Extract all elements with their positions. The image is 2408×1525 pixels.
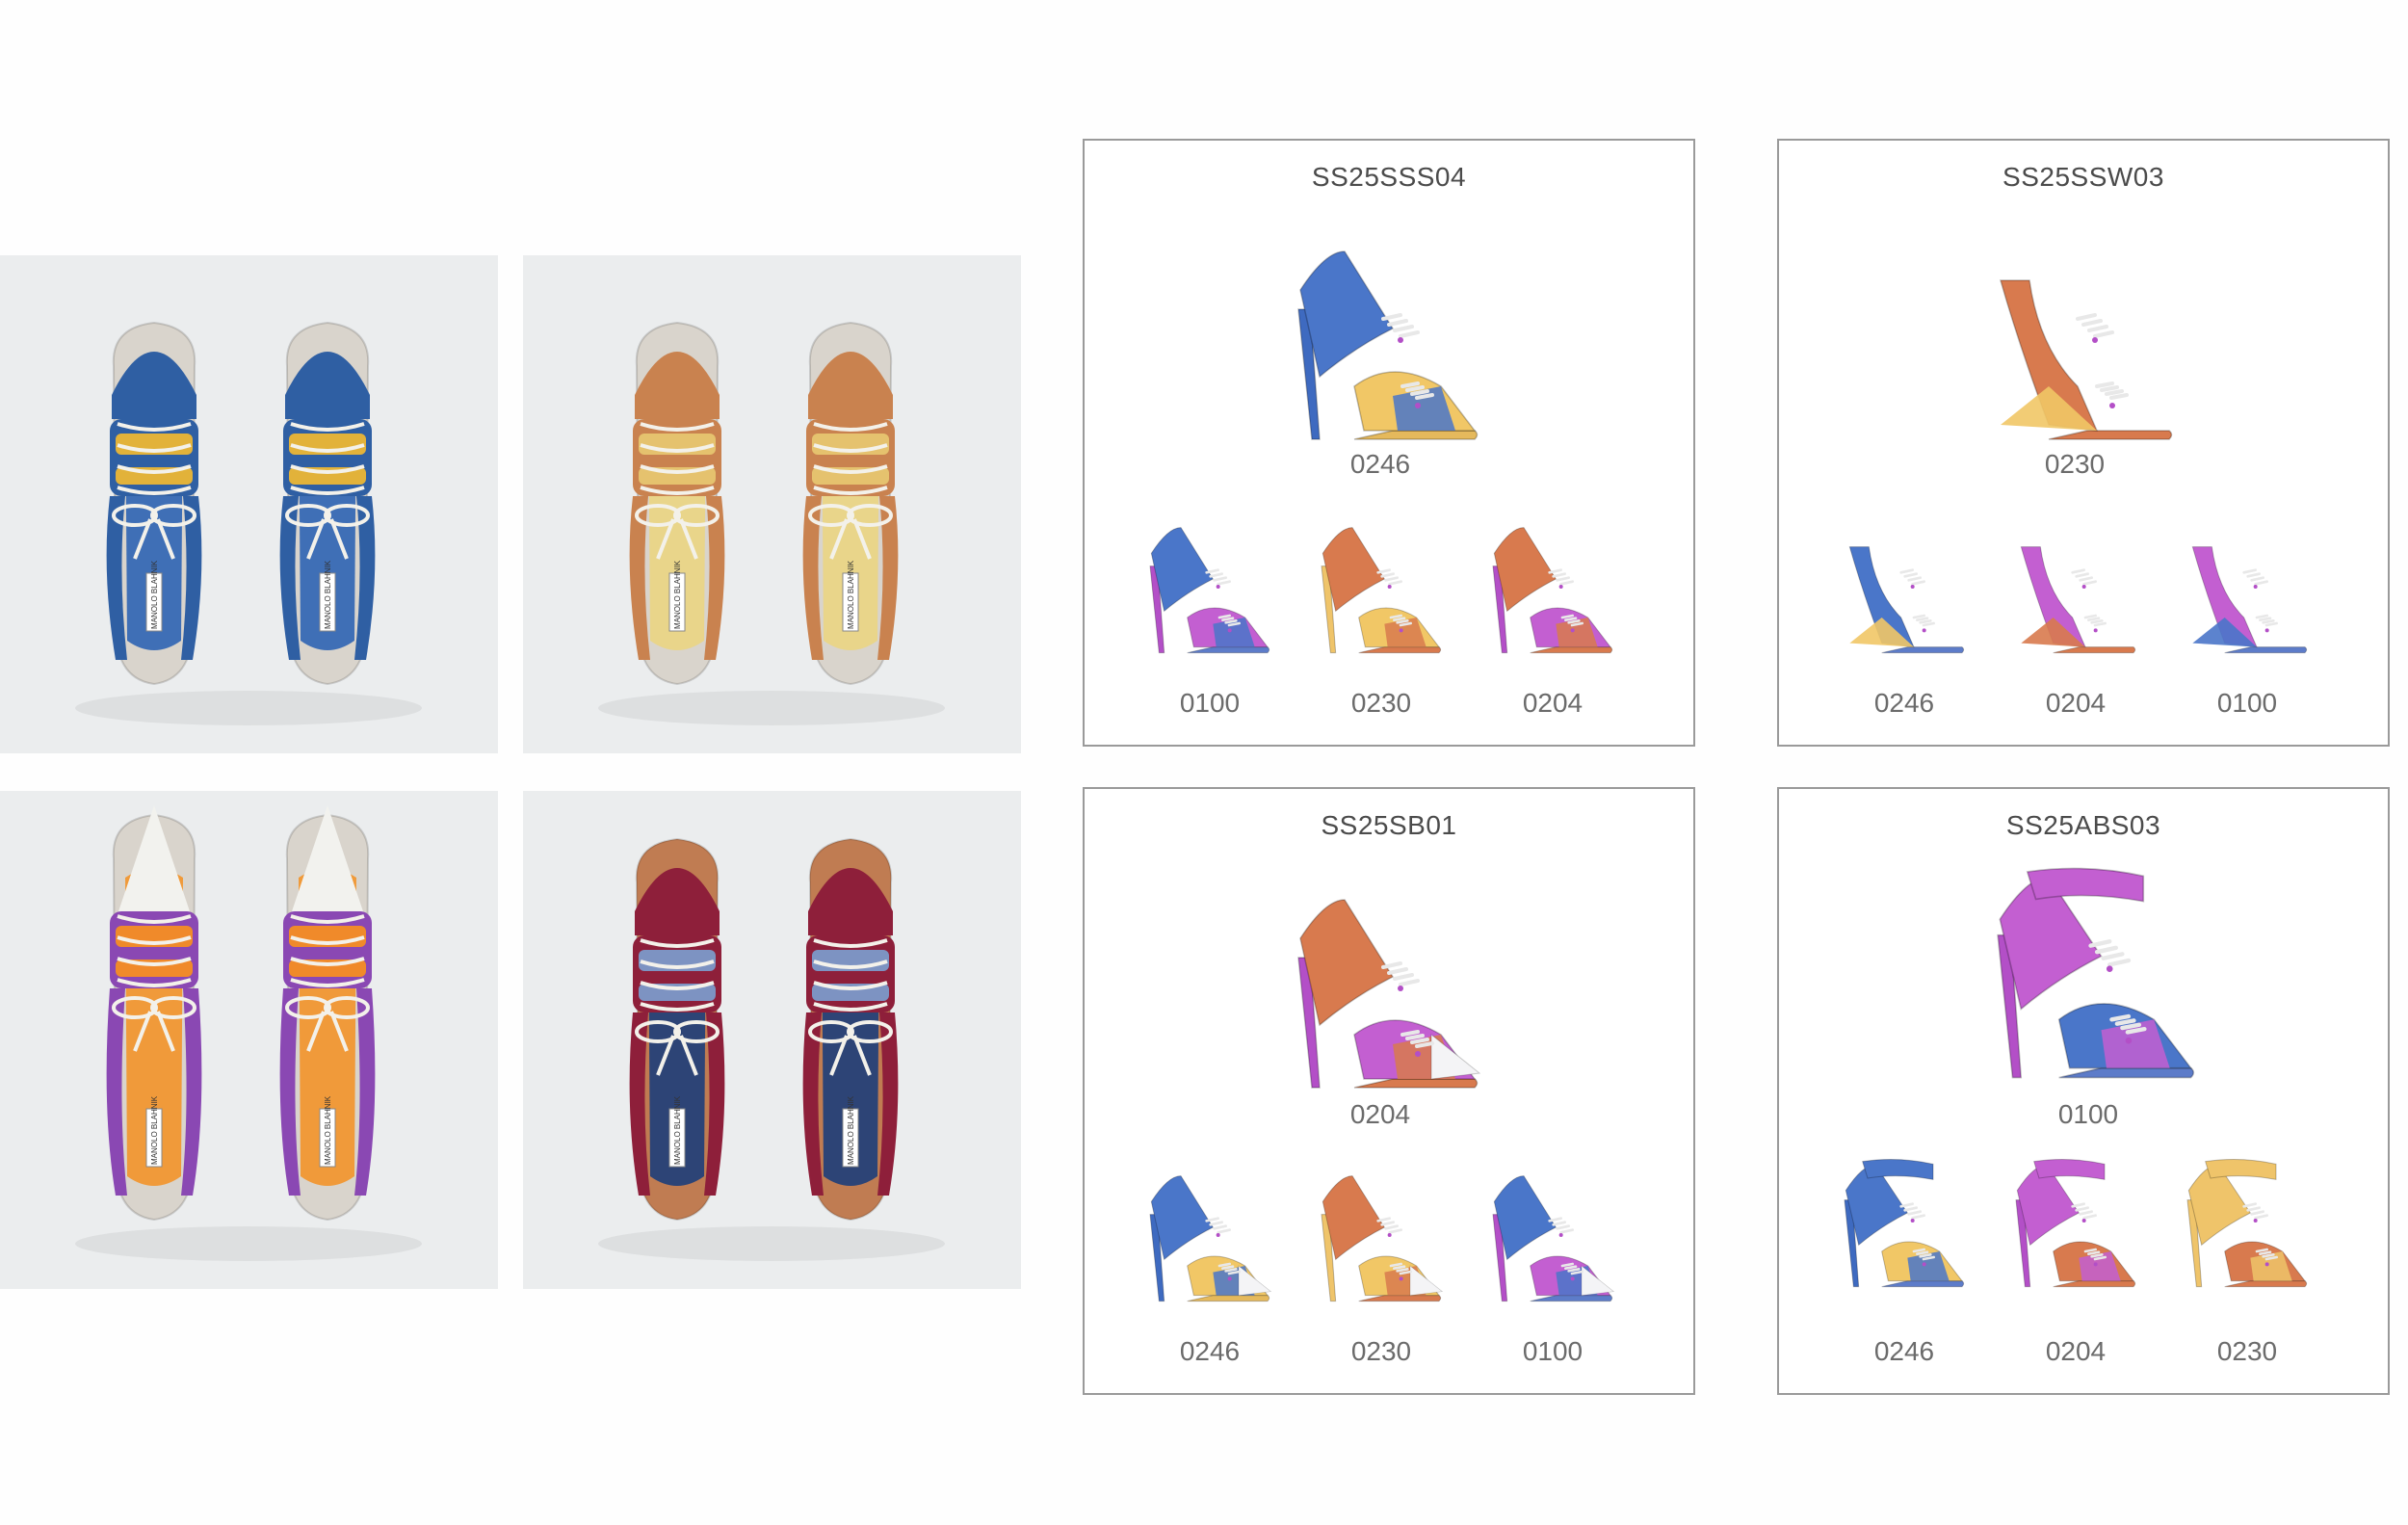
main-colorway-code: 0230 (2044, 449, 2106, 479)
main-shoe-sketch[interactable] (1985, 861, 2207, 1083)
variant-shoe-sketch[interactable] (2008, 1155, 2143, 1290)
panel-title: SS25ABS03 (2005, 810, 2161, 840)
main-colorway-code: 0246 (1349, 449, 1411, 479)
insole-label: MANOLO BLAHNIK (324, 1095, 332, 1165)
variant-shoe-sketch[interactable] (1485, 1170, 1620, 1304)
variant-shoe-sketch[interactable] (1314, 521, 1449, 656)
variant-shoe-sketch[interactable] (2008, 521, 2143, 656)
panel-title: SS25SB01 (1321, 810, 1457, 840)
variant-shoe-sketch[interactable] (1142, 521, 1277, 656)
shoe-pair-illustration: MANOLO BLAHNIK MANOLO BLAHNIK (75, 321, 422, 725)
variant-shoe-sketch[interactable] (1314, 1170, 1449, 1304)
photo-blue-yellow-sandals: MANOLO BLAHNIK MANOLO BLAHNIK (0, 255, 498, 753)
variant-colorway-code: 0230 (1350, 688, 1412, 718)
panel-ss25sb01: SS25SB01 0204 0246 0230 0100 (1083, 787, 1695, 1395)
main-colorway-code: 0100 (2057, 1099, 2119, 1129)
insole-label: MANOLO BLAHNIK (673, 560, 682, 629)
photo-white-orange-purple-pumps: MANOLO BLAHNIK MANOLO BLAHNIK (0, 791, 498, 1289)
insole-label: MANOLO BLAHNIK (673, 1095, 682, 1165)
insole-label: MANOLO BLAHNIK (847, 560, 855, 629)
variant-shoe-sketch[interactable] (1142, 1170, 1277, 1304)
variant-colorway-code: 0230 (1350, 1336, 1412, 1366)
main-shoe-sketch[interactable] (1981, 242, 2184, 444)
variant-shoe-sketch[interactable] (2180, 1155, 2315, 1290)
main-shoe-sketch[interactable] (1287, 890, 1489, 1092)
variant-colorway-code: 0230 (2216, 1336, 2278, 1366)
variant-colorway-code: 0246 (1179, 1336, 1241, 1366)
variant-colorway-code: 0100 (1522, 1336, 1584, 1366)
variant-shoe-sketch[interactable] (2180, 521, 2315, 656)
variant-shoe-sketch[interactable] (1837, 1155, 1972, 1290)
insole-label: MANOLO BLAHNIK (150, 1095, 159, 1165)
main-colorway-code: 0204 (1349, 1099, 1411, 1129)
variant-colorway-code: 0100 (2216, 688, 2278, 718)
main-shoe-sketch[interactable] (1287, 242, 1489, 444)
panel-title: SS25SSS04 (1311, 162, 1467, 192)
insole-label: MANOLO BLAHNIK (847, 1095, 855, 1165)
variant-colorway-code: 0246 (1873, 688, 1935, 718)
shoe-pair-illustration: MANOLO BLAHNIK MANOLO BLAHNIK (598, 321, 945, 725)
panel-title: SS25SSW03 (2002, 162, 2164, 192)
variant-shoe-sketch[interactable] (1485, 521, 1620, 656)
photo-tan-orange-sandals: MANOLO BLAHNIK MANOLO BLAHNIK (523, 255, 1021, 753)
insole-label: MANOLO BLAHNIK (150, 560, 159, 629)
variant-colorway-code: 0246 (1873, 1336, 1935, 1366)
variant-colorway-code: 0204 (1522, 688, 1584, 718)
variant-colorway-code: 0204 (2045, 688, 2107, 718)
variant-colorway-code: 0204 (2045, 1336, 2107, 1366)
insole-label: MANOLO BLAHNIK (324, 560, 332, 629)
variant-shoe-sketch[interactable] (1837, 521, 1972, 656)
photo-burgundy-denim-shoes: MANOLO BLAHNIK MANOLO BLAHNIK (523, 791, 1021, 1289)
panel-ss25sss04: SS25SSS04 0246 0100 0230 0204 (1083, 139, 1695, 747)
shoe-pair-illustration: MANOLO BLAHNIK MANOLO BLAHNIK (598, 837, 945, 1261)
panel-ss25ssw03: SS25SSW03 0230 0246 0204 0100 (1777, 139, 2390, 747)
panel-ss25abs03: SS25ABS03 0100 0246 0204 0230 (1777, 787, 2390, 1395)
shoe-pair-illustration: MANOLO BLAHNIK MANOLO BLAHNIK (75, 805, 422, 1261)
variant-colorway-code: 0100 (1179, 688, 1241, 718)
